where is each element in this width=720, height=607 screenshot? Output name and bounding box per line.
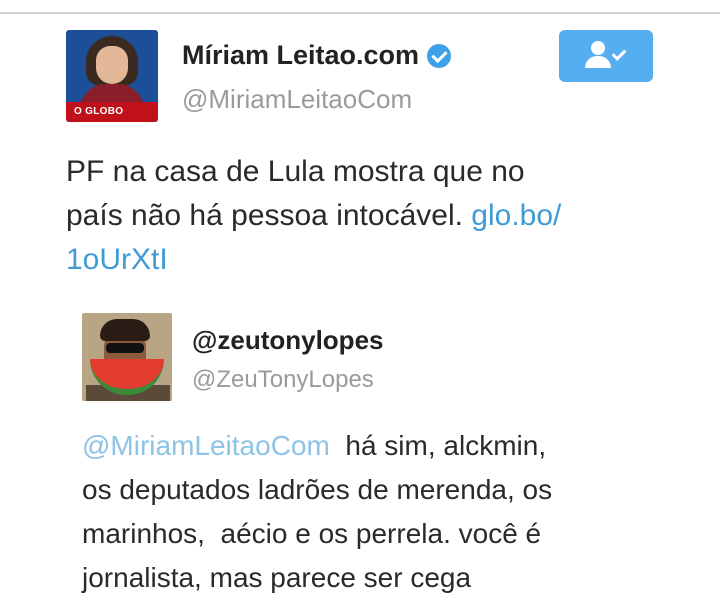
quoted-tweet-text: @MiriamLeitaoCom há sim, alckmin, os dep… <box>82 424 702 600</box>
tweet-text-line-2-text: país não há pessoa intocável. <box>66 199 472 232</box>
quoted-author-handle[interactable]: @ZeuTonyLopes <box>192 366 374 394</box>
avatar-sunglasses <box>106 343 144 353</box>
author-name-row[interactable]: Míriam Leitao.com <box>182 40 452 71</box>
tweet-link[interactable]: glo.bo/ <box>471 199 561 232</box>
quoted-text-line-2: os deputados ladrões de merenda, os <box>82 474 553 505</box>
following-button[interactable] <box>559 30 653 82</box>
avatar-face <box>96 46 128 84</box>
quoted-text-line-3: marinhos, aécio e os perrela. você é <box>82 518 542 549</box>
author-avatar[interactable]: O GLOBO <box>66 30 158 122</box>
quoted-text-line-4: jornalista, mas parece ser cega <box>82 562 472 593</box>
tweet-link-continued[interactable]: 1oUrXtI <box>66 238 666 282</box>
mention-link[interactable]: @MiriamLeitaoCom <box>82 430 330 461</box>
tweet-text-line-1: PF na casa de Lula mostra que no <box>66 155 525 188</box>
verified-badge-icon <box>427 43 452 68</box>
top-divider <box>0 12 720 14</box>
avatar-brand-label: O GLOBO <box>66 102 158 122</box>
tweet-text-line-2: país não há pessoa intocável. glo.bo/ <box>66 194 666 238</box>
quoted-author-avatar[interactable] <box>82 313 172 401</box>
tweet-text: PF na casa de Lula mostra que no país nã… <box>66 150 666 282</box>
quoted-author-name[interactable]: @zeutonylopes <box>192 325 383 356</box>
following-person-check-icon <box>583 41 629 71</box>
avatar-hair <box>100 319 150 341</box>
author-handle[interactable]: @MiriamLeitaoCom <box>182 84 412 115</box>
quoted-text-line-1: @MiriamLeitaoCom há sim, alckmin, <box>82 424 702 468</box>
quoted-text-line-1-rest: há sim, alckmin, <box>329 430 547 461</box>
author-name[interactable]: Míriam Leitao.com <box>182 40 419 71</box>
